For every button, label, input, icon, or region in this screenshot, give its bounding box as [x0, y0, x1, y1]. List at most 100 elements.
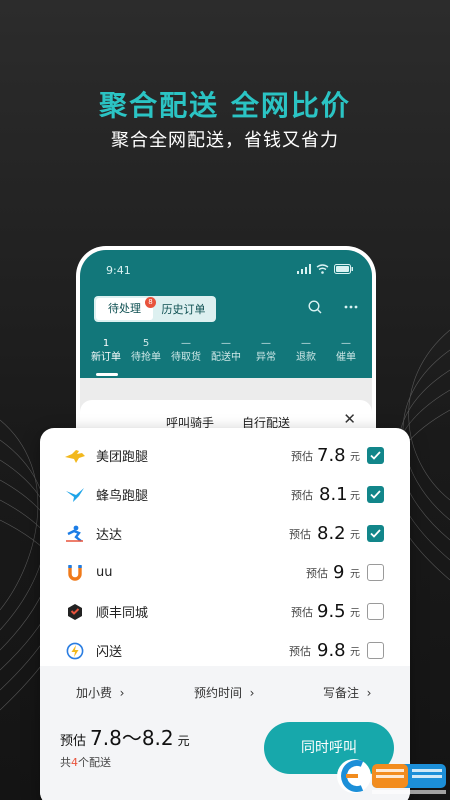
- rider-price: 7.8: [317, 445, 346, 466]
- price-unit: 元: [350, 491, 360, 502]
- tab-awaiting-grab[interactable]: 5 待抢单: [126, 338, 166, 366]
- rider-name: uu: [96, 565, 113, 580]
- magnet-icon: [64, 562, 86, 584]
- price-unit: 元: [350, 608, 360, 619]
- rider-option-shansong[interactable]: 闪送 预估 9.8 元: [40, 631, 410, 670]
- rider-name: 蜂鸟跑腿: [96, 489, 149, 504]
- tab-count: —: [261, 338, 271, 349]
- app-header: 9:41 待处理 8 历史订单 1 新订单 5 待抢单 — 待取货 — 配送中 …: [80, 250, 372, 378]
- rider-price: 9.5: [317, 601, 346, 622]
- rider-selection-card: 美团跑腿 预估 7.8 元 蜂鸟跑腿 预估 8.1 元 达达 预估 8.2 元 …: [40, 428, 410, 800]
- estimate-range: 7.8～8.2: [90, 726, 174, 750]
- count-prefix: 共: [60, 756, 71, 769]
- search-icon[interactable]: [308, 300, 322, 314]
- runner-icon: [64, 523, 86, 545]
- add-tip-label: 加小费: [76, 686, 113, 700]
- schedule-time-button[interactable]: 预约时间 ›: [194, 684, 254, 701]
- checkmark-icon: [370, 490, 381, 499]
- tab-count: 1: [102, 338, 110, 349]
- segment-pending[interactable]: 待处理 8: [96, 297, 156, 320]
- tab-count: —: [341, 338, 351, 349]
- tab-exception[interactable]: — 异常: [246, 338, 286, 366]
- rider-price: 9: [333, 562, 345, 583]
- signal-icon: [297, 264, 311, 274]
- rider-name: 美团跑腿: [96, 450, 149, 465]
- rider-option-sf[interactable]: 顺丰同城 预估 9.5 元: [40, 592, 410, 631]
- rider-checkbox[interactable]: [367, 642, 384, 659]
- rider-option-dada[interactable]: 达达 预估 8.2 元: [40, 514, 410, 553]
- kangaroo-icon: [64, 445, 86, 467]
- rider-price: 8.1: [319, 484, 348, 505]
- segment-history[interactable]: 历史订单: [153, 301, 214, 317]
- checkmark-icon: [370, 451, 381, 460]
- tab-awaiting-pickup[interactable]: — 待取货: [166, 338, 206, 366]
- sf-icon: [64, 601, 86, 623]
- tab-count: 5: [142, 338, 150, 349]
- watermark-logo: [337, 759, 446, 794]
- rider-checkbox[interactable]: [367, 447, 384, 464]
- tab-label: 待抢单: [131, 352, 161, 363]
- rider-checkbox[interactable]: [367, 564, 384, 581]
- close-icon[interactable]: ✕: [343, 410, 356, 428]
- tab-label: 催单: [336, 352, 356, 363]
- tab-label: 待取货: [171, 352, 201, 363]
- tab-indicator: [96, 373, 118, 376]
- write-note-label: 写备注: [323, 686, 360, 700]
- price-unit: 元: [350, 569, 360, 580]
- tab-reminder[interactable]: — 催单: [326, 338, 366, 366]
- rider-name: 顺丰同城: [96, 606, 149, 621]
- promo-headline: 聚合配送 全网比价: [99, 89, 351, 122]
- tab-label: 异常: [256, 352, 276, 363]
- rider-list: 美团跑腿 预估 7.8 元 蜂鸟跑腿 预估 8.1 元 达达 预估 8.2 元 …: [40, 436, 410, 670]
- chevron-right-icon: ›: [362, 686, 372, 700]
- rider-checkbox[interactable]: [367, 525, 384, 542]
- count-number: 4: [71, 756, 78, 769]
- checkmark-icon: [370, 529, 381, 538]
- tab-refund[interactable]: — 退款: [286, 338, 326, 366]
- estimate-label: 预估: [306, 566, 328, 580]
- rider-option-uu[interactable]: uu 预估 9 元: [40, 553, 410, 592]
- chevron-right-icon: ›: [245, 686, 255, 700]
- tab-label: 新订单: [91, 352, 121, 363]
- tab-count: —: [301, 338, 311, 349]
- rider-price: 8.2: [317, 523, 346, 544]
- chevron-right-icon: ›: [115, 686, 125, 700]
- estimate-label: 预估: [289, 527, 311, 541]
- estimate-total: 预估 7.8～8.2 元: [60, 722, 190, 751]
- estimate-label: 预估: [291, 488, 313, 502]
- order-status-tabs: 1 新订单 5 待抢单 — 待取货 — 配送中 — 异常 — 退款 — 催单: [86, 338, 366, 366]
- more-icon[interactable]: [344, 305, 358, 309]
- price-unit: 元: [350, 647, 360, 658]
- rider-name: 闪送: [96, 645, 123, 660]
- selected-count: 共4个配送: [60, 754, 111, 770]
- battery-icon: [334, 264, 353, 274]
- rider-name: 达达: [96, 528, 123, 543]
- rider-option-meituan[interactable]: 美团跑腿 预估 7.8 元: [40, 436, 410, 475]
- lightning-icon: [64, 640, 86, 662]
- write-note-button[interactable]: 写备注 ›: [323, 684, 371, 701]
- price-unit: 元: [350, 530, 360, 541]
- order-segmented-control: 待处理 8 历史订单: [94, 296, 216, 322]
- tab-count: —: [221, 338, 231, 349]
- estimate-label: 预估: [291, 605, 313, 619]
- tab-count: —: [181, 338, 191, 349]
- tab-new-orders[interactable]: 1 新订单: [86, 338, 126, 366]
- price-unit: 元: [350, 452, 360, 463]
- tab-delivering[interactable]: — 配送中: [206, 338, 246, 366]
- estimate-unit: 元: [177, 734, 190, 748]
- schedule-time-label: 预约时间: [194, 686, 243, 700]
- count-suffix: 个配送: [78, 756, 111, 769]
- bird-icon: [64, 484, 86, 506]
- estimate-label: 预估: [289, 644, 311, 658]
- rider-option-fengniao[interactable]: 蜂鸟跑腿 预估 8.1 元: [40, 475, 410, 514]
- tab-label: 配送中: [211, 352, 241, 363]
- estimate-label: 预估: [291, 449, 313, 463]
- wifi-icon: [316, 264, 329, 274]
- status-icons: [297, 264, 354, 274]
- status-time: 9:41: [106, 264, 131, 277]
- rider-price: 9.8: [317, 640, 346, 661]
- rider-checkbox[interactable]: [367, 486, 384, 503]
- estimate-total-label: 预估: [60, 734, 87, 749]
- rider-checkbox[interactable]: [367, 603, 384, 620]
- add-tip-button[interactable]: 加小费 ›: [76, 684, 124, 701]
